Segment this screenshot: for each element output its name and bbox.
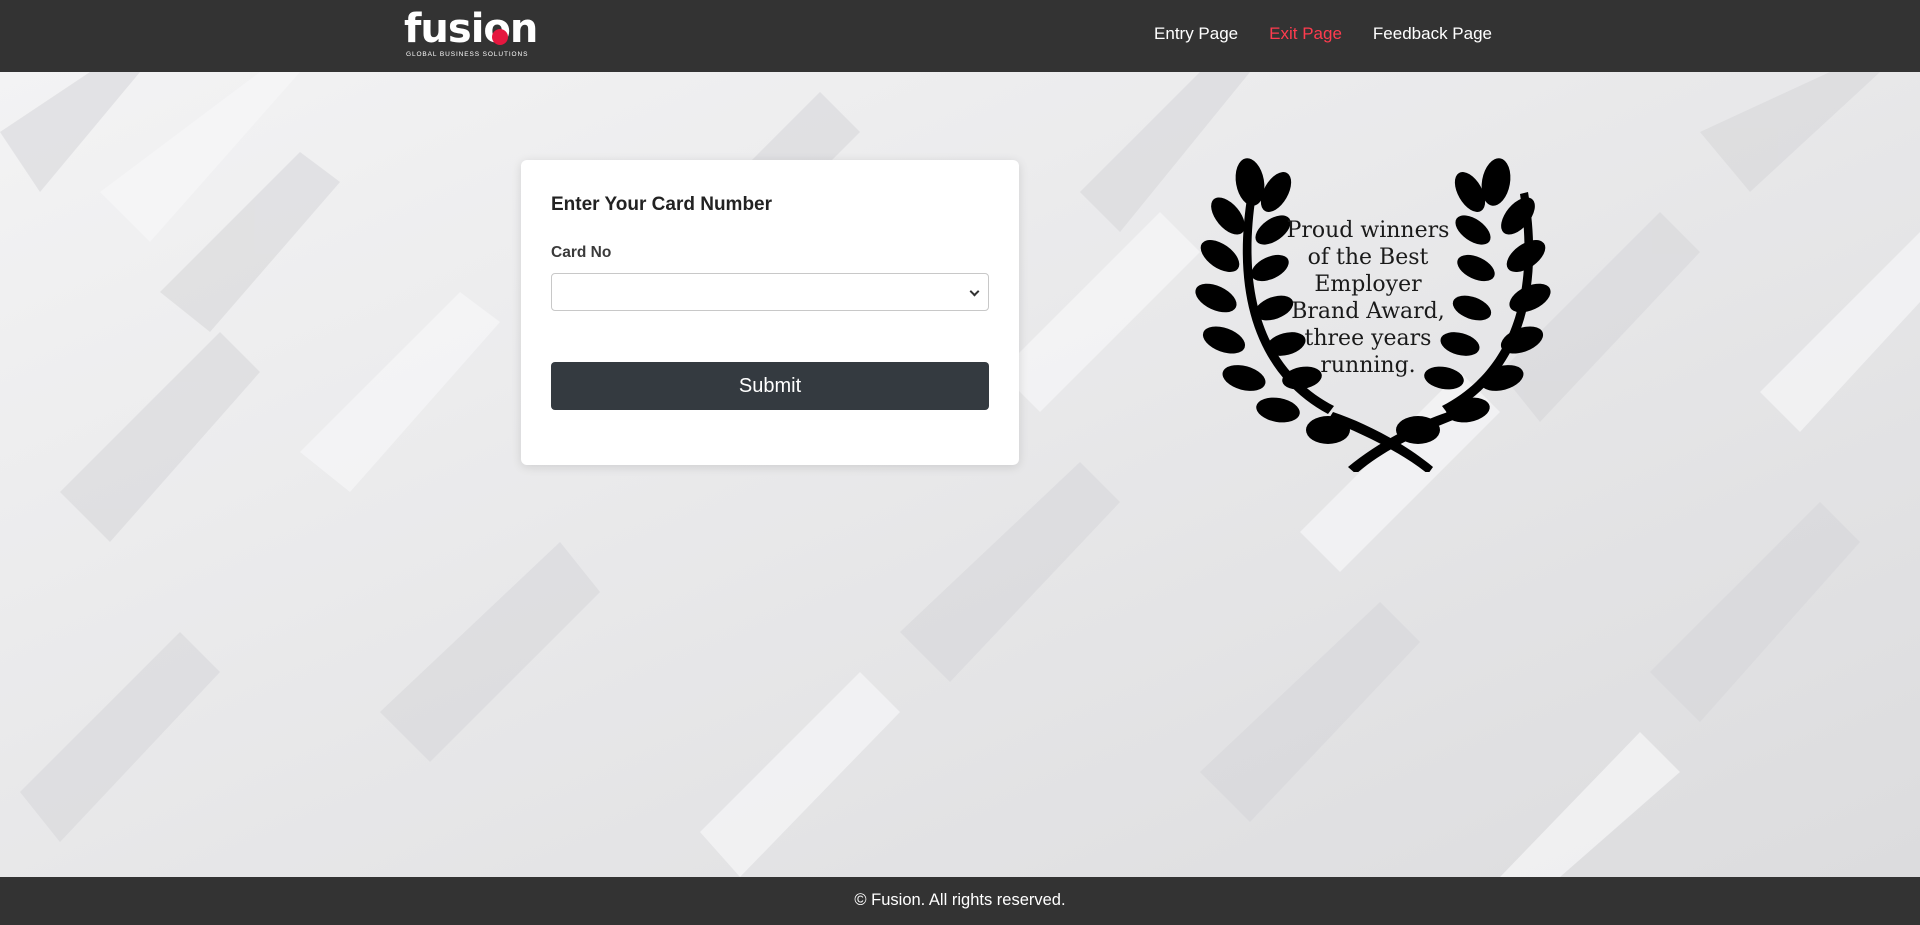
background-pattern: Enter Your Card Number Card No Submit Pr… [0,72,1920,877]
logo-wordmark: fusion [404,6,538,52]
logo-red-dot [492,29,508,45]
award-line: Employer [1314,272,1422,297]
logo-tagline: GLOBAL BUSINESS SOLUTIONS [406,51,529,58]
award-text: Proud winners of the Best Employer Brand… [1283,217,1453,379]
award-line: Proud winners [1286,218,1450,243]
submit-button[interactable]: Submit [551,362,989,410]
card-no-label: Card No [551,244,612,261]
card-number-form: Enter Your Card Number Card No Submit [521,160,1019,465]
award-line: Brand Award, [1291,299,1445,324]
fusion-logo[interactable]: fusion GLOBAL BUSINESS SOLUTIONS [404,6,538,61]
form-title: Enter Your Card Number [551,194,773,215]
page-footer: © Fusion. All rights reserved. [0,877,1920,925]
nav-link-feedback-page[interactable]: Feedback Page [1373,24,1492,44]
nav-link-entry-page[interactable]: Entry Page [1154,24,1238,44]
award-badge: Proud winners of the Best Employer Brand… [1178,152,1568,472]
chevron-down-icon [969,286,980,297]
award-line: running. [1320,353,1416,378]
award-line: of the Best [1307,245,1429,270]
award-line: three years [1304,326,1432,351]
main-nav: Entry Page Exit Page Feedback Page [1154,24,1492,44]
nav-link-exit-page[interactable]: Exit Page [1269,24,1342,44]
top-navbar: fusion GLOBAL BUSINESS SOLUTIONS Entry P… [0,0,1920,72]
copyright-text: © Fusion. All rights reserved. [854,891,1066,909]
card-no-select[interactable] [551,273,989,311]
